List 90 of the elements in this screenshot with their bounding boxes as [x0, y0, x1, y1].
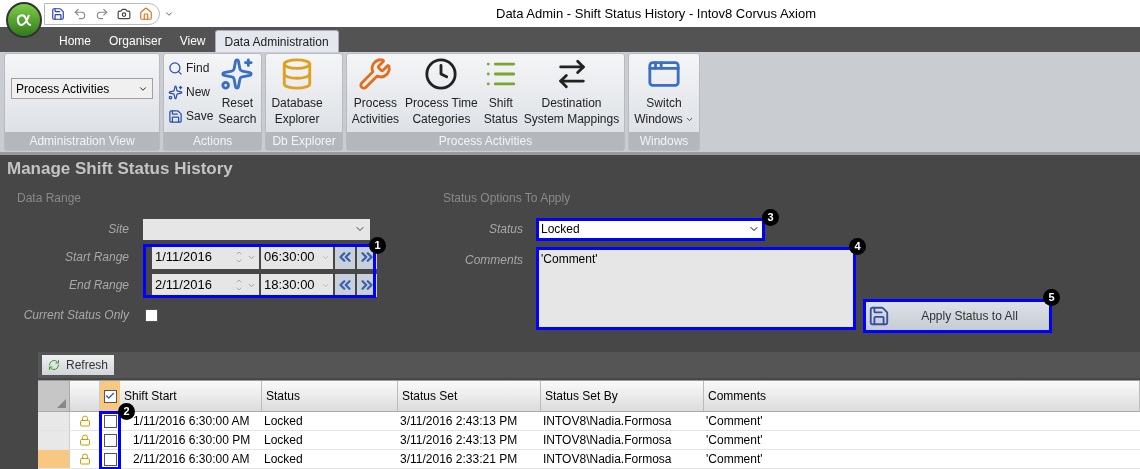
table-cell: 'Comment'	[706, 452, 763, 466]
ribbon-tab[interactable]: Organiser	[100, 30, 171, 52]
undo-icon[interactable]	[73, 6, 87, 21]
table-cell: 'Comment'	[706, 414, 763, 428]
table-cell: INTOV8\Nadia.Formosa	[543, 452, 672, 466]
section-heading: Status Options To Apply	[443, 190, 572, 207]
app-logo[interactable]	[6, 2, 42, 38]
callout-number: 3	[762, 208, 779, 226]
checkbox[interactable]	[145, 308, 158, 322]
ribbon-small-button[interactable]: Find	[166, 56, 216, 80]
row-checkbox[interactable]	[104, 433, 117, 447]
ribbon-large-button[interactable]: Reset Search	[215, 54, 260, 127]
ribbon-tab[interactable]: Data Administration	[214, 30, 339, 52]
time-field[interactable]: 18:30:00	[261, 273, 333, 297]
lock-icon	[79, 415, 91, 427]
ribbon-group-label: Administration View	[5, 132, 159, 150]
section-heading: Data Range	[17, 190, 83, 207]
spin-up-icon	[235, 249, 243, 257]
column-header[interactable]: Shift Start	[124, 389, 177, 403]
home-icon[interactable]	[139, 6, 153, 21]
save-icon[interactable]	[51, 6, 65, 21]
row-checkbox[interactable]	[104, 452, 117, 466]
ribbon-icon	[168, 84, 183, 100]
callout-number: 4	[849, 238, 866, 255]
spin-down-icon	[235, 257, 243, 265]
ribbon-small-button[interactable]: New	[166, 80, 216, 104]
camera-icon[interactable]	[117, 6, 131, 21]
ribbon-large-button[interactable]: Database Explorer	[268, 54, 326, 127]
page-title: Manage Shift Status History	[7, 158, 234, 181]
table-cell: Locked	[264, 452, 303, 466]
ribbon-group-label: Actions	[164, 132, 262, 150]
field-label: Current Status Only	[22, 307, 129, 324]
row-checkbox[interactable]	[104, 414, 117, 428]
status-dropdown[interactable]: Locked	[536, 217, 765, 241]
ribbon-icon	[168, 108, 183, 124]
table-cell: Locked	[264, 433, 303, 447]
ribbon-large-button[interactable]: Destination System Mappings	[520, 54, 623, 127]
time-field[interactable]: 06:30:00	[261, 245, 333, 269]
field-label: Site	[107, 221, 129, 238]
table-cell: 2/11/2016 6:30:00 AM	[133, 452, 250, 466]
lock-icon	[79, 453, 91, 465]
ribbon-icon	[358, 57, 393, 91]
callout-number: 5	[1043, 289, 1060, 306]
ribbon-large-button[interactable]: Process Time Categories	[402, 54, 481, 127]
ribbon-large-button[interactable]: Process Activities	[348, 54, 403, 127]
table-cell: Locked	[264, 414, 303, 428]
column-header[interactable]: Status	[266, 389, 301, 403]
column-header[interactable]: Status Set	[402, 389, 458, 403]
site-dropdown[interactable]	[143, 218, 370, 240]
column-header[interactable]: Status Set By	[545, 389, 618, 403]
previous-button[interactable]	[335, 245, 355, 269]
ribbon-group-label: Process Activities	[346, 132, 625, 150]
previous-button[interactable]	[335, 273, 355, 297]
ribbon-group-label: Db Explorer	[266, 132, 342, 150]
ribbon-group-label: Windows	[629, 132, 699, 150]
table-cell: 1/11/2016 6:30:00 PM	[133, 433, 251, 447]
table-cell: INTOV8\Nadia.Formosa	[543, 414, 672, 428]
refresh-icon	[48, 359, 60, 371]
table-cell: 1/11/2016 6:30:00 AM	[133, 414, 250, 428]
field-label: Status	[487, 221, 523, 238]
date-field[interactable]: 2/11/2016	[152, 273, 259, 297]
ribbon-large-button[interactable]: Switch Windows	[631, 54, 697, 127]
ribbon-tab[interactable]: View	[170, 30, 215, 52]
column-header[interactable]: Comments	[708, 389, 766, 403]
ribbon-icon	[424, 57, 459, 91]
checkbox-highlight	[99, 411, 121, 469]
ribbon-large-button[interactable]: Shift Status	[480, 54, 521, 127]
ribbon-icon	[220, 57, 255, 91]
refresh-button[interactable]: Refresh	[42, 355, 115, 375]
redo-icon[interactable]	[95, 6, 109, 21]
callout-number: 1	[369, 237, 386, 254]
table-cell: INTOV8\Nadia.Formosa	[543, 433, 672, 447]
window-title: Data Admin - Shift Status History - Intov8 Corvus Axiom	[496, 4, 817, 23]
lock-icon	[79, 434, 91, 446]
spin-up-icon	[235, 277, 243, 285]
spin-down-icon	[235, 285, 243, 293]
ribbon-tab[interactable]: Home	[50, 30, 100, 52]
date-field[interactable]: 1/11/2016	[152, 245, 259, 269]
select-all-checkbox[interactable]	[103, 389, 117, 403]
table-cell: 3/11/2016 2:33:21 PM	[400, 452, 518, 466]
field-label: Start Range	[64, 249, 129, 266]
field-label: End Range	[68, 277, 129, 294]
table-cell: 3/11/2016 2:43:13 PM	[400, 433, 518, 447]
ribbon-icon	[168, 60, 183, 76]
save-icon	[868, 305, 890, 327]
ribbon-small-button[interactable]: Save	[166, 104, 216, 128]
table-cell: 'Comment'	[706, 433, 763, 447]
view-dropdown[interactable]: Process Activities	[11, 78, 153, 99]
field-label: Comments	[464, 252, 523, 269]
table-cell: 3/11/2016 2:43:13 PM	[400, 414, 518, 428]
